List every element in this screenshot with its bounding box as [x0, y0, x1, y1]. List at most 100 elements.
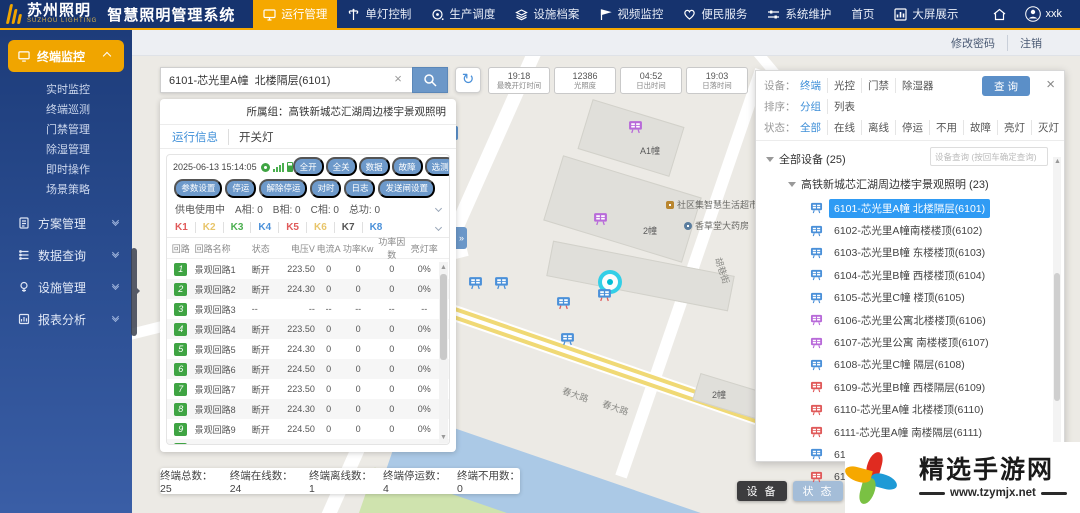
map-marker-terminal-selected[interactable] — [597, 288, 612, 307]
user-chip[interactable]: xxk — [1024, 6, 1062, 22]
state-option-online[interactable]: 在线 — [827, 120, 855, 135]
scroll-down-icon[interactable]: ▼ — [440, 434, 447, 441]
state-option-unused[interactable]: 不用 — [929, 120, 957, 135]
scroll-up-icon[interactable]: ▲ — [440, 264, 447, 271]
k-switch[interactable]: K6 — [305, 222, 327, 233]
panel-expand-handle[interactable]: » — [456, 227, 467, 249]
action-param-config-button[interactable]: 参数设置 — [174, 178, 223, 198]
sidebar-group-plan-management[interactable]: 方案管理 — [0, 208, 132, 238]
k-switch[interactable]: K5 — [278, 222, 299, 233]
map-marker-terminal-blue-1[interactable] — [468, 276, 483, 295]
table-row[interactable]: 1 景观回路1 断开 223.50 0 0 0 0% — [167, 259, 449, 279]
action-all-on-button[interactable]: 全开 — [292, 157, 324, 176]
device-item-6101[interactable]: 6101-芯光里A幢 北楼隔层(6101) — [766, 197, 1064, 219]
action-suspend-button[interactable]: 停运 — [225, 178, 257, 198]
state-option-all[interactable]: 全部 — [800, 120, 821, 135]
sidebar-item-terminal-patrol[interactable]: 终端巡测 — [0, 100, 132, 120]
k-switch[interactable]: K8 — [361, 222, 382, 233]
nav-item-operation[interactable]: 运行管理 — [253, 0, 338, 28]
table-row[interactable]: 7 景观回路7 断开 223.50 0 0 0 0% — [167, 379, 449, 399]
k-switch[interactable]: K4 — [250, 222, 271, 233]
nav-item-home[interactable]: 首页 — [841, 0, 884, 28]
sidebar-item-instant-operation[interactable]: 即时操作 — [0, 160, 132, 180]
clear-search-icon[interactable]: × — [390, 71, 406, 87]
device-item-6106[interactable]: 6106-芯光里公寓北楼楼顶(6106) — [766, 309, 1064, 331]
device-tree-search-input[interactable] — [930, 147, 1048, 166]
action-data-button[interactable]: 数据 — [358, 157, 390, 176]
device-item-6109[interactable]: 6109-芯光里B幢 西楼隔层(6109) — [766, 376, 1064, 398]
action-select-test-button[interactable]: 选测 — [424, 157, 449, 176]
expand-k-icon[interactable] — [434, 223, 443, 232]
sidebar-item-realtime-monitor[interactable]: 实时监控 — [0, 80, 132, 100]
device-item-6103[interactable]: 6103-芯光里B幢 东楼楼顶(6103) — [766, 242, 1064, 264]
sidebar-item-access-control[interactable]: 门禁管理 — [0, 120, 132, 140]
map-marker-terminal-red[interactable] — [556, 296, 571, 315]
table-row[interactable]: 8 景观回路8 断开 224.30 0 0 0 0% — [167, 399, 449, 419]
refresh-button[interactable]: ↻ — [455, 67, 481, 93]
scrollbar-thumb[interactable] — [440, 274, 447, 360]
logout-link[interactable]: 注销 — [1007, 34, 1054, 51]
k-switch[interactable]: K3 — [222, 222, 243, 233]
action-send-gate-config-button[interactable]: 发送闸设置 — [378, 178, 435, 198]
sidebar-item-terminal-monitor[interactable]: 终端监控 — [8, 40, 124, 72]
sidebar-group-facility-management[interactable]: 设施管理 — [0, 272, 132, 302]
table-row[interactable]: 4 景观回路4 断开 223.50 0 0 0 0% — [167, 319, 449, 339]
tree-scrollbar[interactable]: ▲ ▼ — [1053, 157, 1061, 455]
device-item-6104[interactable]: 6104-芯光里B幢 西楼楼顶(6104) — [766, 264, 1064, 286]
nav-item-big-screen[interactable]: 大屏展示 — [884, 0, 968, 28]
device-item-6105[interactable]: 6105-芯光里C幢 楼顶(6105) — [766, 287, 1064, 309]
sidebar-item-dehumidify[interactable]: 除湿管理 — [0, 140, 132, 160]
device-item-6111[interactable]: 6111-芯光里A幢 南楼隔层(6111) — [766, 421, 1064, 443]
device-item-6102[interactable]: 6102-芯光里A幢南楼楼顶(6102) — [766, 219, 1064, 241]
nav-item-video[interactable]: 视频监控 — [589, 0, 673, 28]
sidebar-group-data-query[interactable]: 数据查询 — [0, 240, 132, 270]
state-option-fault[interactable]: 故障 — [963, 120, 991, 135]
state-option-light-off[interactable]: 灭灯 — [1031, 120, 1059, 135]
filter-option-dehumidifier[interactable]: 除湿器 — [895, 78, 934, 93]
close-icon[interactable]: × — [1046, 76, 1055, 94]
table-row[interactable]: 3 景观回路3 -- -- -- -- -- -- — [167, 299, 449, 319]
filter-option-access[interactable]: 门禁 — [861, 78, 889, 93]
sidebar-group-report-analysis[interactable]: 报表分析 — [0, 304, 132, 334]
state-option-light-on[interactable]: 亮灯 — [997, 120, 1025, 135]
home-icon[interactable] — [992, 7, 1007, 22]
table-row[interactable]: 5 景观回路5 断开 224.30 0 0 0 0% — [167, 339, 449, 359]
sidebar-item-scene-strategy[interactable]: 场景策略 — [0, 180, 132, 200]
device-item-6108[interactable]: 6108-芯光里C幢 隔层(6108) — [766, 354, 1064, 376]
scrollbar-thumb[interactable] — [1054, 273, 1060, 401]
search-input[interactable] — [160, 67, 412, 93]
table-row[interactable]: 10景观回路10断开223.500000% — [167, 439, 449, 444]
filter-option-light-control[interactable]: 光控 — [827, 78, 855, 93]
table-scrollbar[interactable]: ▲ ▼ — [439, 262, 448, 443]
search-button[interactable] — [412, 67, 448, 93]
sort-option-group[interactable]: 分组 — [800, 99, 821, 114]
scroll-up-icon[interactable]: ▲ — [1054, 158, 1061, 165]
query-button[interactable]: 查 询 — [982, 76, 1030, 96]
change-password-link[interactable]: 修改密码 — [939, 35, 1007, 51]
expand-power-icon[interactable] — [434, 204, 443, 212]
map-marker-terminal-purple-2[interactable] — [593, 212, 608, 231]
action-resume-button[interactable]: 解除停运 — [259, 178, 308, 198]
action-all-off-button[interactable]: 全关 — [325, 157, 357, 176]
state-option-suspended[interactable]: 停运 — [895, 120, 923, 135]
device-item-6110[interactable]: 6110-芯光里A幢 北楼楼顶(6110) — [766, 399, 1064, 421]
nav-item-production[interactable]: 生产调度 — [421, 0, 505, 28]
action-log-button[interactable]: 日志 — [344, 178, 376, 198]
table-row[interactable]: 2 景观回路2 断开 224.30 0 0 0 0% — [167, 279, 449, 299]
state-option-offline[interactable]: 离线 — [861, 120, 889, 135]
tree-group-node[interactable]: 高铁新城芯汇湖周边楼宇景观照明 (23) — [766, 173, 1064, 195]
k-switch[interactable]: K7 — [333, 222, 355, 233]
sort-option-list[interactable]: 列表 — [827, 99, 855, 114]
tab-run-info[interactable]: 运行信息 — [172, 129, 218, 145]
sidebar-collapse-handle[interactable] — [131, 248, 140, 336]
map-marker-terminal-blue-3[interactable] — [560, 332, 575, 351]
nav-item-public-service[interactable]: 便民服务 — [673, 0, 757, 28]
nav-item-facility-archive[interactable]: 设施档案 — [505, 0, 589, 28]
k-switch[interactable]: K2 — [194, 222, 216, 233]
device-item-6107[interactable]: 6107-芯光里公寓 南楼楼顶(6107) — [766, 331, 1064, 353]
tab-switch-light[interactable]: 开关灯 — [228, 128, 274, 145]
nav-item-single-lamp[interactable]: 单灯控制 — [337, 0, 421, 28]
table-row[interactable]: 9 景观回路9 断开 224.50 0 0 0 0% — [167, 419, 449, 439]
map-marker-terminal-blue-2[interactable] — [494, 276, 509, 295]
map-marker-terminal-purple-a1[interactable] — [628, 120, 643, 139]
